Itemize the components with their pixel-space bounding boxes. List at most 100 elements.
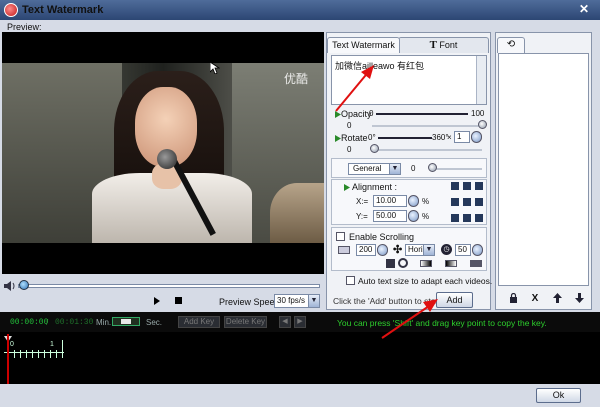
timeline-track[interactable] [0, 332, 600, 384]
rotate-multiplier-input[interactable]: 1 [454, 131, 470, 143]
close-button[interactable]: ✕ [574, 1, 594, 18]
align-bottom-center[interactable] [463, 214, 471, 222]
x-unit: % [422, 197, 430, 206]
watermark-list[interactable] [498, 53, 589, 286]
rotate-label: Rotate [341, 133, 368, 143]
app-icon [4, 3, 18, 17]
x-position-input[interactable]: 10.00 [373, 195, 407, 207]
x-position-spin-button[interactable] [408, 195, 419, 207]
align-bottom-right[interactable] [475, 214, 483, 222]
alignment-grid[interactable] [451, 182, 483, 222]
enable-scrolling-label: Enable Scrolling [349, 232, 415, 242]
align-center[interactable] [463, 198, 471, 206]
preview-speed-value: 30 fps/s [277, 296, 306, 305]
preview-label: Preview: [7, 22, 42, 32]
scroll-mode-circle-icon[interactable] [398, 258, 408, 268]
opacity-value: 0 [347, 121, 352, 130]
position-mode-value: General [353, 164, 382, 173]
seek-slider[interactable] [18, 284, 320, 288]
rotate-multiplier-value: 1 [457, 132, 462, 141]
scroll-interval-input[interactable]: 50 [455, 244, 471, 256]
add-key-button[interactable]: Add Key [178, 316, 220, 328]
tab-text-watermark[interactable]: Text Watermark [327, 37, 400, 53]
mouse-cursor-icon [210, 62, 220, 74]
y-position-input[interactable]: 50.00 [373, 210, 407, 222]
fade-gradient-icon[interactable] [420, 260, 432, 267]
x-position-value: 10.00 [376, 196, 397, 205]
down-arrow-icon[interactable] [572, 293, 586, 305]
seek-slider-thumb[interactable] [19, 280, 29, 290]
list-toolbar: X [498, 290, 589, 308]
font-T-icon: T [429, 39, 437, 51]
annotation-arrow-icon [381, 299, 438, 339]
rotate-slider-thumb[interactable] [370, 144, 379, 153]
y-position-spin-button[interactable] [408, 210, 419, 222]
x-position-label: X:= [356, 197, 369, 206]
previous-key-button[interactable]: ◀ [279, 316, 291, 328]
rotate-slider-track[interactable] [372, 149, 482, 151]
delete-icon[interactable]: X [528, 293, 542, 305]
fade-reverse-icon[interactable] [445, 260, 457, 267]
next-key-button[interactable]: ▶ [294, 316, 306, 328]
y-position-label: Y:= [356, 212, 368, 221]
tab-font[interactable]: T Font [398, 37, 489, 53]
rotate-multiplier-symbol: × [447, 133, 452, 142]
align-top-center[interactable] [463, 182, 471, 190]
ok-button[interactable]: Ok [536, 388, 581, 403]
delete-key-button[interactable]: Delete Key [224, 316, 267, 328]
chevron-down-icon[interactable]: ▼ [389, 164, 400, 174]
position-mode-slider-thumb[interactable] [428, 163, 437, 172]
video-frame-image [2, 63, 324, 243]
scroll-interval-spin-button[interactable] [472, 244, 483, 256]
playhead[interactable] [7, 334, 9, 384]
align-top-left[interactable] [451, 182, 459, 190]
position-mode-select[interactable]: General ▼ [348, 163, 401, 175]
align-middle-right[interactable] [475, 198, 483, 206]
stop-icon[interactable] [175, 297, 182, 304]
zoom-sec-label: Sec. [146, 318, 163, 327]
preview-speed-label: Preview Speed: [219, 297, 283, 307]
rotate-min: 0° [368, 133, 376, 142]
align-middle-left[interactable] [451, 198, 459, 206]
opacity-slider-track[interactable] [372, 125, 482, 127]
timeline-zoom-slider[interactable] [112, 317, 140, 326]
expand-arrow-icon[interactable] [344, 183, 350, 191]
zoom-min-label: Min. [96, 318, 112, 327]
chevron-down-icon[interactable]: ▼ [308, 295, 319, 307]
rotate-range-line [378, 137, 432, 139]
play-icon[interactable] [154, 297, 160, 305]
y-unit: % [422, 212, 430, 221]
scroll-speed-value: 200 [359, 245, 373, 254]
enable-scrolling-checkbox[interactable] [336, 232, 345, 241]
y-position-value: 50.00 [376, 211, 397, 220]
scroll-speed-input[interactable]: 200 [356, 244, 376, 256]
timeline-zoom-thumb[interactable] [121, 319, 131, 324]
text-scrollbar[interactable] [476, 56, 486, 104]
scroll-direction-select[interactable]: Horiz ▼ [405, 244, 435, 256]
chevron-down-icon[interactable]: ▼ [423, 245, 434, 255]
refresh-icon[interactable]: ⟲ [497, 37, 525, 53]
preview-speed-select[interactable]: 30 fps/s ▼ [274, 294, 320, 308]
lock-icon[interactable] [506, 292, 520, 305]
rotate-value: 0 [347, 145, 352, 154]
auto-text-size-checkbox[interactable] [346, 276, 355, 285]
opacity-slider-thumb[interactable] [478, 120, 487, 129]
ruler-label-1: 1 [50, 341, 54, 348]
solid-fill-icon[interactable] [470, 260, 482, 267]
scroll-interval-value: 50 [458, 245, 467, 254]
window-title: Text Watermark [22, 4, 104, 16]
video-watermark-logo: 优酷 [284, 72, 309, 86]
scroll-mode-square-icon[interactable] [386, 259, 395, 268]
timeline-ruler: 0 1 [4, 340, 64, 358]
up-arrow-icon[interactable] [550, 293, 564, 305]
scroll-speed-spin-button[interactable] [377, 244, 388, 256]
scroll-speed-icon [338, 246, 350, 254]
position-mode-slider-track[interactable] [430, 168, 482, 170]
align-bottom-left[interactable] [451, 214, 459, 222]
volume-icon[interactable] [4, 281, 16, 291]
align-top-right[interactable] [475, 182, 483, 190]
opacity-max: 100 [471, 109, 485, 118]
rotate-spin-button[interactable] [471, 131, 482, 143]
time-separator: / [46, 318, 49, 327]
opacity-range-line [376, 113, 468, 115]
